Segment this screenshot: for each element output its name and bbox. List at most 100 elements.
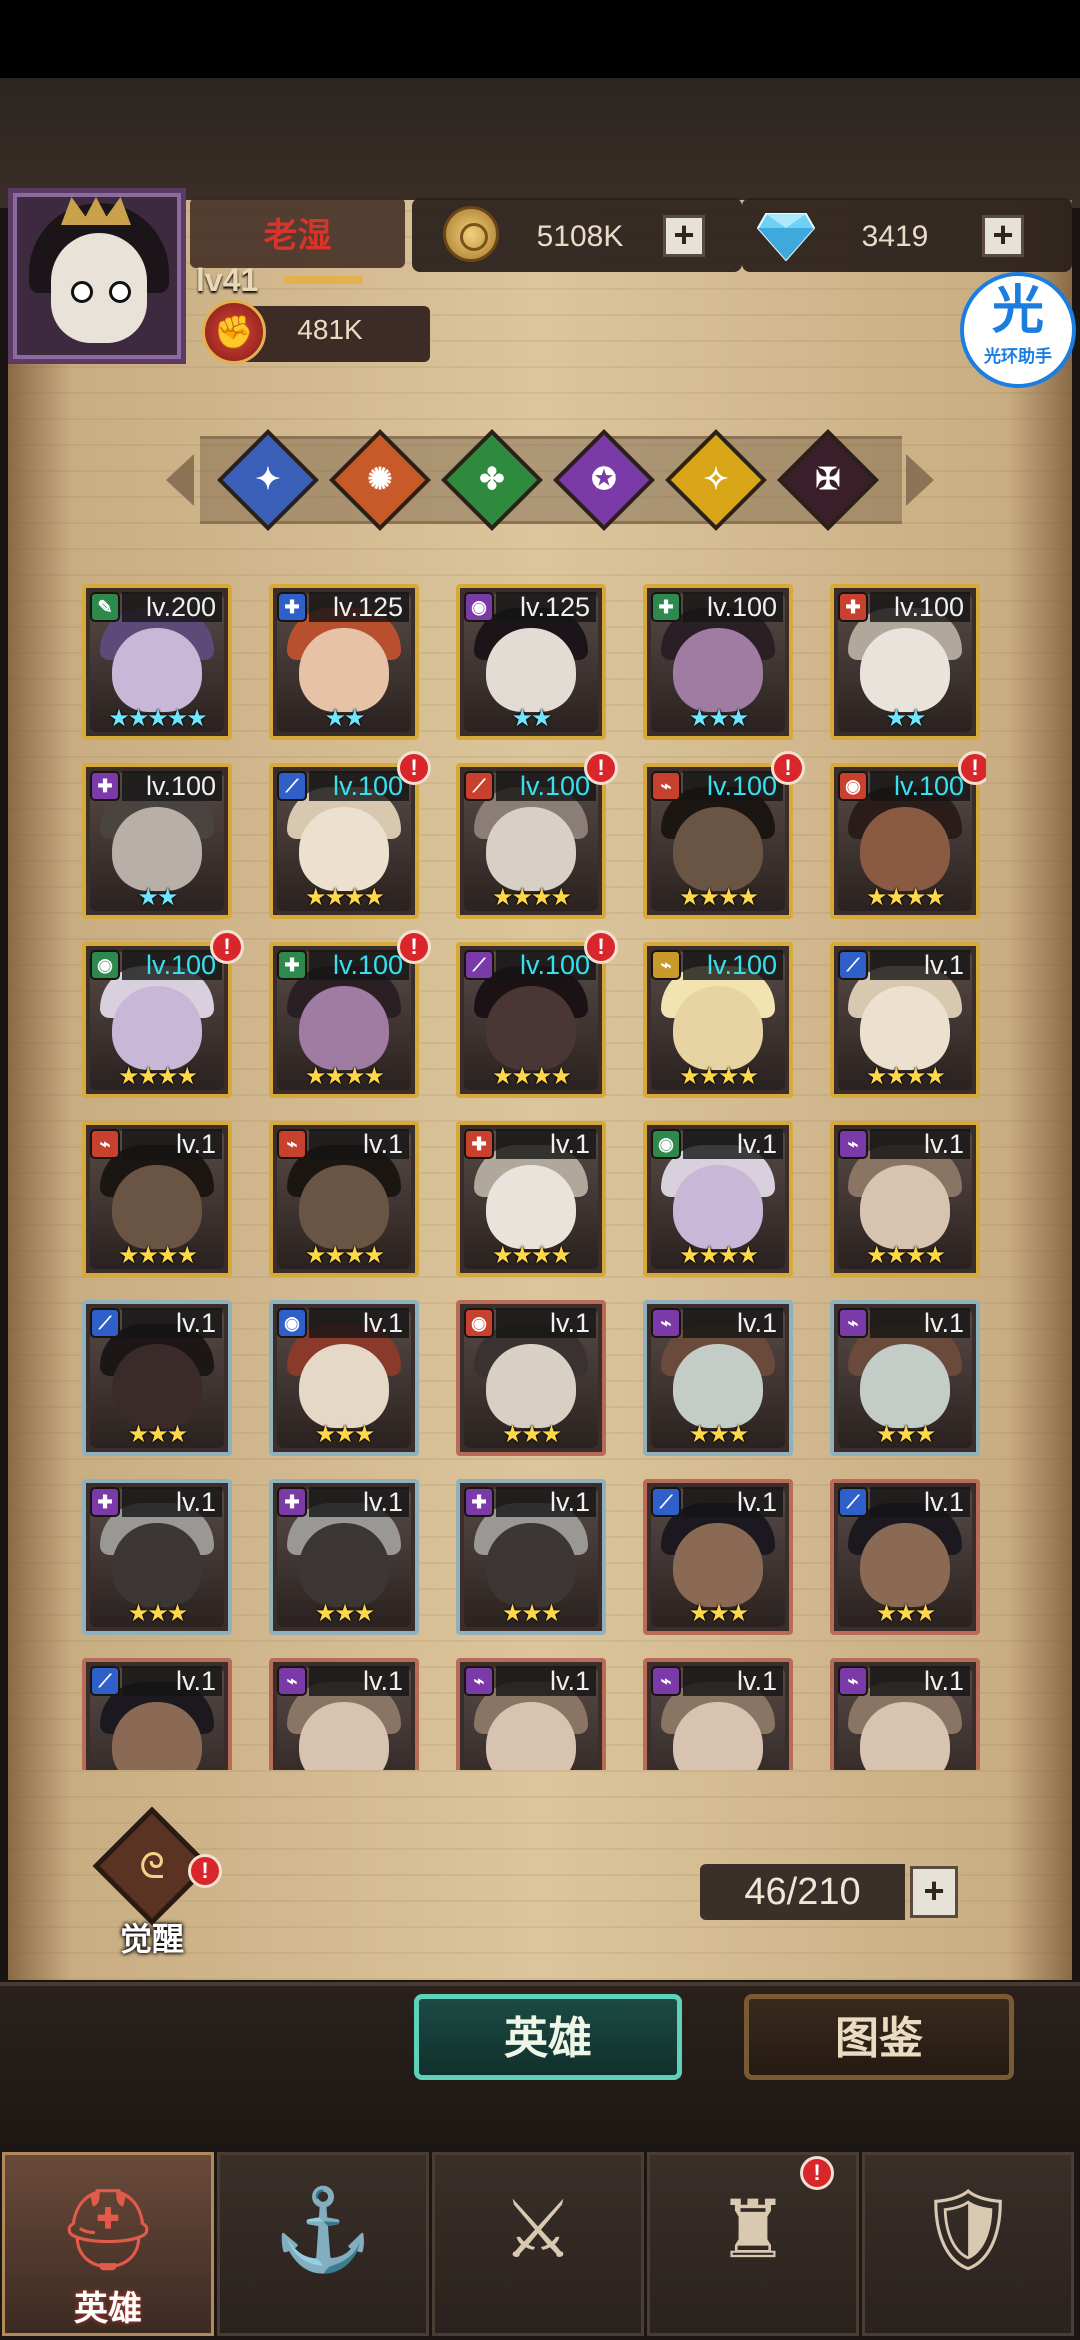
hero-class-icon: ◉ <box>464 592 494 622</box>
hero-class-icon: ⟋ <box>277 771 307 801</box>
hero-level: lv.100 <box>683 592 783 622</box>
hero-card[interactable]: ✚ lv.100 ★★★ <box>643 584 793 740</box>
hero-class-icon: ⟋ <box>651 1487 681 1517</box>
hero-card[interactable]: ✚ lv.1 ★★★ <box>269 1479 419 1635</box>
hero-card[interactable]: ◉ lv.1 ★★★ <box>456 1300 606 1456</box>
hero-card[interactable]: ◉ lv.1 ★★★ <box>269 1300 419 1456</box>
tab-codex[interactable]: 图鉴 <box>744 1994 1014 2080</box>
hero-class-icon: ⟋ <box>90 1308 120 1338</box>
hero-alert-icon: ! <box>771 751 805 785</box>
tab-heroes[interactable]: 英雄 <box>414 1994 682 2080</box>
hero-stars: ★★★ <box>688 705 750 732</box>
hero-stars: ★★★★ <box>678 1242 759 1269</box>
filter-all-icon: ✦ <box>255 463 281 496</box>
overlay-badge-glyph: 光 <box>991 282 1044 340</box>
nav-battle[interactable]: ⚔ <box>432 2152 644 2336</box>
hero-card[interactable]: ✚ lv.100 ★★★★ <box>269 942 419 1098</box>
player-avatar[interactable] <box>8 188 186 364</box>
hero-class-icon: ⌁ <box>464 1666 494 1696</box>
hero-level: lv.1 <box>870 1487 970 1517</box>
hero-card[interactable]: ⟋ lv.100 ★★★★ <box>269 763 419 919</box>
gold-value: 5108K <box>536 220 624 253</box>
expand-hero-slots-button[interactable]: + <box>910 1866 958 1918</box>
hero-card[interactable]: ⌁lv.1★★★ <box>269 1658 419 1770</box>
hero-level: lv.100 <box>122 771 222 801</box>
hero-card[interactable]: ⌁ lv.100 ★★★★ <box>643 942 793 1098</box>
nav-guild[interactable]: 🛡 <box>862 2152 1074 2336</box>
hero-stars: ★★★ <box>314 1421 376 1448</box>
hero-card[interactable]: ⌁lv.1★★★ <box>830 1658 980 1770</box>
hero-card[interactable]: ⌁ lv.100 ★★★★ <box>643 763 793 919</box>
hero-class-icon: ⌁ <box>838 1666 868 1696</box>
hero-stars: ★★★ <box>314 1600 376 1627</box>
hero-class-icon: ✚ <box>464 1487 494 1517</box>
hero-card[interactable]: ✚ lv.125 ★★ <box>269 584 419 740</box>
nav-castle-alert-icon: ! <box>800 2156 834 2190</box>
hero-face <box>112 628 202 712</box>
hero-stars: ★★★★ <box>117 1063 198 1090</box>
awaken-alert-icon: ! <box>188 1854 222 1888</box>
hero-card[interactable]: ◉ lv.125 ★★ <box>456 584 606 740</box>
hero-stars: ★★★★ <box>678 884 759 911</box>
hero-stars: ★★★★ <box>491 884 572 911</box>
nav-heroes[interactable]: ⛑ 英雄 <box>2 2152 214 2336</box>
nav-adventure[interactable]: ⚓ <box>217 2152 429 2336</box>
hero-face <box>486 1344 576 1428</box>
player-level: lv41 <box>196 262 259 298</box>
hero-level: lv.1 <box>683 1487 783 1517</box>
hero-card[interactable]: ⟋ lv.100 ★★★★ <box>456 763 606 919</box>
hero-grid[interactable]: ✎ lv.200 ★★★★★ ✚ lv.125 ★★ ◉ lv.125 ★★ ✚ lv.100 ★★★… <box>82 584 986 1770</box>
filter-left-arrow-icon[interactable] <box>166 454 194 506</box>
hero-card[interactable]: ⟋ lv.100 ★★★★ <box>456 942 606 1098</box>
hero-face <box>112 1165 202 1249</box>
awaken-swirl-icon: ᘓ <box>139 1845 165 1886</box>
hero-card[interactable]: ⟋lv.1★★★ <box>82 1300 232 1456</box>
hero-card[interactable]: ✎ lv.200 ★★★★★ <box>82 584 232 740</box>
add-gold-button[interactable]: + <box>663 215 705 257</box>
filter-light-icon: ✧ <box>703 463 729 496</box>
hero-card[interactable]: ◉ lv.100 ★★★★ <box>830 763 980 919</box>
hero-level: lv.1 <box>683 1308 783 1338</box>
hero-card[interactable]: ⌁ lv.1 ★★★★ <box>269 1121 419 1277</box>
hero-card[interactable]: ✚ lv.1 ★★★ <box>456 1479 606 1635</box>
hero-face <box>486 986 576 1070</box>
hero-card[interactable]: ◉ lv.100 ★★★★ <box>82 942 232 1098</box>
hero-level: lv.1 <box>870 1666 970 1696</box>
hero-card[interactable]: ⟋lv.1★★★ <box>830 1479 980 1635</box>
hero-stars: ★★★★ <box>865 1242 946 1269</box>
hero-card[interactable]: ⌁lv.1★★★ <box>830 1300 980 1456</box>
hero-card[interactable]: ◉ lv.1 ★★★★ <box>643 1121 793 1277</box>
hero-class-icon: ✚ <box>651 592 681 622</box>
hero-face <box>673 807 763 891</box>
hero-face <box>112 1523 202 1607</box>
hero-class-icon: ✚ <box>90 771 120 801</box>
hero-face <box>112 986 202 1070</box>
overlay-assistant-badge[interactable]: 光 光环助手 <box>960 272 1076 388</box>
hero-face <box>673 628 763 712</box>
hero-card[interactable]: ⌁ lv.1 ★★★★ <box>82 1121 232 1277</box>
hero-card[interactable]: ✚ lv.1 ★★★★ <box>456 1121 606 1277</box>
hero-class-icon: ⌁ <box>277 1129 307 1159</box>
hero-card[interactable]: ⟋ lv.1 ★★★★ <box>830 942 980 1098</box>
hero-level: lv.125 <box>496 592 596 622</box>
nav-castle-icon: ♜ <box>717 2185 789 2274</box>
hero-card[interactable]: ⌁lv.1★★★ <box>643 1658 793 1770</box>
hero-alert-icon: ! <box>584 751 618 785</box>
hero-card[interactable]: ⌁ lv.1 ★★★★ <box>830 1121 980 1277</box>
hero-stars: ★★★ <box>688 1421 750 1448</box>
hero-class-icon: ⟋ <box>838 950 868 980</box>
hero-stars: ★★★★ <box>304 1063 385 1090</box>
hero-card[interactable]: ⟋lv.1★★★ <box>643 1479 793 1635</box>
hero-card[interactable]: ✚ lv.1 ★★★ <box>82 1479 232 1635</box>
hero-card[interactable]: ⟋lv.1★★★ <box>82 1658 232 1770</box>
hero-card[interactable]: ✚ lv.100 ★★ <box>82 763 232 919</box>
hero-card[interactable]: ⌁lv.1★★★ <box>643 1300 793 1456</box>
hero-level: lv.1 <box>496 1487 596 1517</box>
add-diamond-button[interactable]: + <box>982 215 1024 257</box>
hero-count: 46/210 <box>700 1864 905 1920</box>
hero-level: lv.100 <box>683 950 783 980</box>
gold-coin-icon <box>443 206 499 262</box>
filter-right-arrow-icon[interactable] <box>906 454 934 506</box>
hero-card[interactable]: ⌁lv.1★★★ <box>456 1658 606 1770</box>
hero-card[interactable]: ✚ lv.100 ★★ <box>830 584 980 740</box>
